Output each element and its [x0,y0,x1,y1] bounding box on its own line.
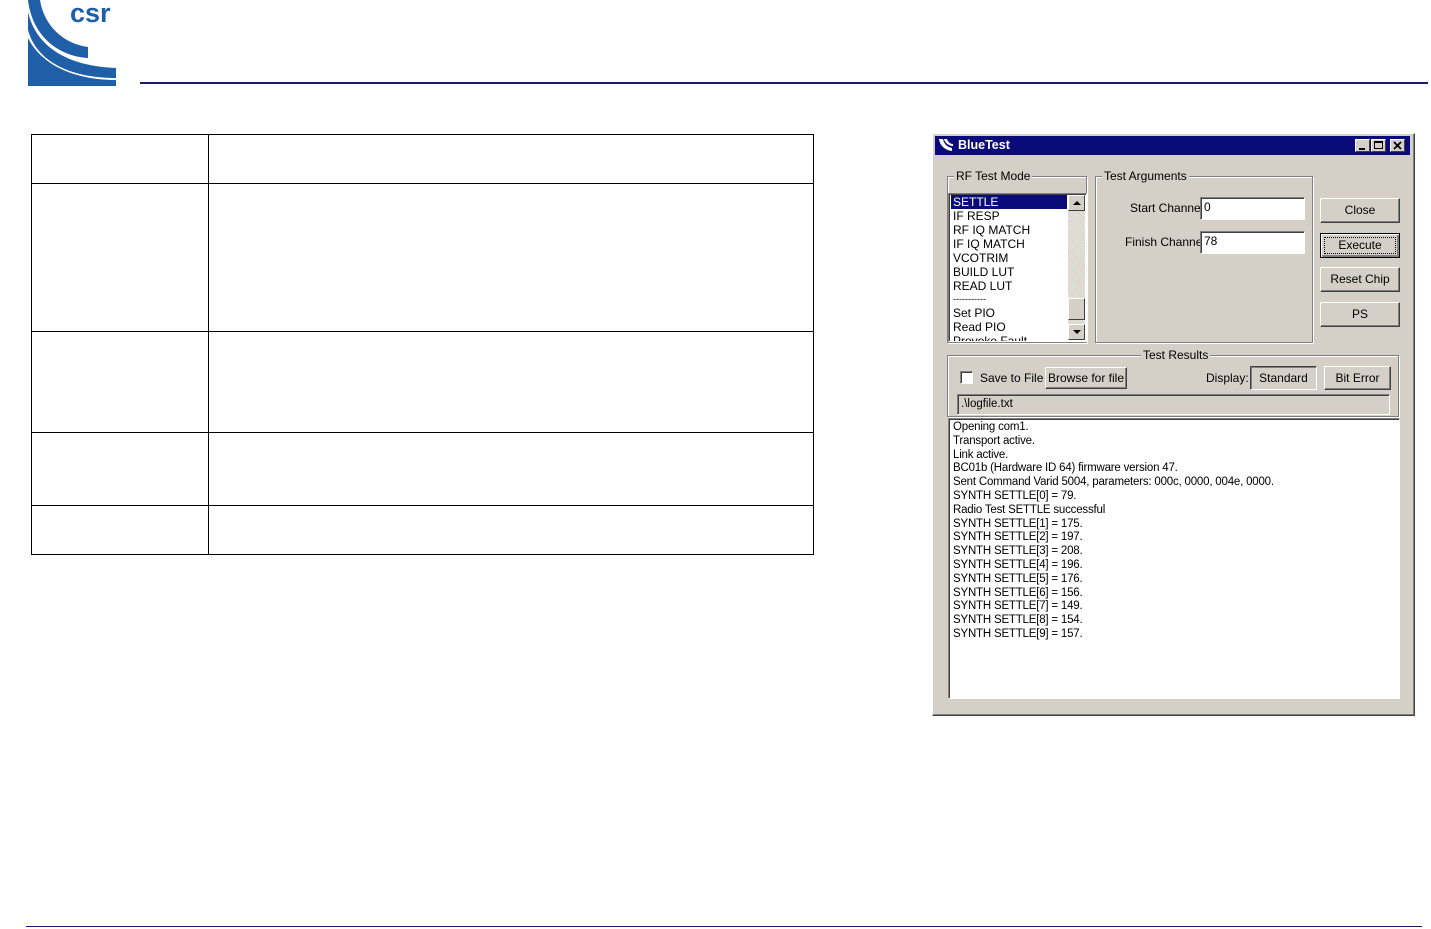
test-results-label: Test Results [1141,348,1211,362]
start-channel-label: Start Channel [1130,201,1204,215]
list-item-settle[interactable]: SETTLE [951,195,1067,209]
finish-channel-label: Finish Channel [1125,235,1206,249]
log-line: SYNTH SETTLE[6] = 156. [953,587,1083,599]
table-column-divider [208,135,209,554]
arrow-down-icon [1073,330,1081,334]
log-line: SYNTH SETTLE[1] = 175. [953,518,1083,530]
log-line: Sent Command Varid 5004, parameters: 000… [953,476,1274,488]
log-line: SYNTH SETTLE[4] = 196. [953,559,1083,571]
list-item-rf-iq-match[interactable]: RF IQ MATCH [951,223,1030,237]
results-log[interactable]: Opening com1. Transport active. Link act… [948,418,1400,699]
minimize-button[interactable] [1355,139,1370,152]
browse-for-file-button[interactable]: Browse for file [1045,367,1127,389]
browse-button-label: Browse for file [1047,371,1125,385]
start-channel-input[interactable]: 0 [1200,197,1305,220]
scroll-thumb[interactable] [1068,298,1085,320]
list-item-provoke-fault[interactable]: Provoke Fault [951,334,1027,341]
close-button[interactable]: Close [1320,198,1400,223]
log-line: Link active. [953,449,1009,461]
log-line: BC01b (Hardware ID 64) firmware version … [953,462,1178,474]
finish-channel-input[interactable]: 78 [1200,231,1305,254]
list-item-build-lut[interactable]: BUILD LUT [951,265,1014,279]
arrow-up-icon [1073,201,1081,205]
close-button-label: Close [1344,203,1376,217]
log-line: Transport active. [953,435,1035,447]
log-line: SYNTH SETTLE[7] = 149. [953,600,1083,612]
execute-button[interactable]: Execute [1320,233,1400,258]
log-line: SYNTH SETTLE[9] = 157. [953,628,1083,640]
log-line: SYNTH SETTLE[5] = 176. [953,573,1083,585]
footer-rule [26,926,1422,927]
title-bar[interactable]: BlueTest [935,136,1410,155]
ps-button[interactable]: PS [1320,302,1400,327]
list-item-separator[interactable]: ----------- [951,292,986,306]
display-label: Display: [1206,371,1249,385]
scroll-down-button[interactable] [1068,324,1085,340]
save-to-file-checkbox[interactable] [960,371,973,384]
table-row-divider [32,331,813,332]
display-bit-error-button[interactable]: Bit Error [1324,366,1391,390]
document-table [31,134,814,555]
execute-button-label: Execute [1338,238,1382,252]
table-row-divider [32,432,813,433]
app-icon [939,139,953,151]
log-line: Opening com1. [953,421,1029,433]
close-icon [1393,141,1402,150]
reset-chip-button-label: Reset Chip [1330,272,1390,286]
rf-test-mode-label: RF Test Mode [954,169,1033,183]
log-line: Radio Test SETTLE successful [953,504,1106,516]
list-item-read-pio[interactable]: Read PIO [951,320,1006,334]
log-file-path-field[interactable]: .\logfile.txt [957,394,1390,415]
list-scrollbar[interactable] [1068,195,1085,340]
header-rule [140,82,1428,84]
save-to-file-label: Save to File [980,371,1044,385]
table-row-divider [32,505,813,506]
list-item-vcotrim[interactable]: VCOTRIM [951,251,1008,265]
close-window-button[interactable] [1390,139,1405,152]
maximize-icon [1374,141,1383,149]
display-standard-button[interactable]: Standard [1250,366,1317,390]
list-item-set-pio[interactable]: Set PIO [951,306,995,320]
bit-error-button-label: Bit Error [1335,371,1380,385]
window-title: BlueTest [958,138,1010,152]
logo-wordmark: csr [70,0,111,28]
test-arguments-label: Test Arguments [1102,169,1189,183]
list-item-read-lut[interactable]: READ LUT [951,279,1012,293]
log-line: SYNTH SETTLE[0] = 79. [953,490,1077,502]
standard-button-label: Standard [1259,371,1308,385]
list-item-if-resp[interactable]: IF RESP [951,209,1000,223]
table-row-divider [32,183,813,184]
list-item-if-iq-match[interactable]: IF IQ MATCH [951,237,1025,251]
rf-test-mode-list[interactable]: SETTLE IF RESP RF IQ MATCH IF IQ MATCH V… [948,193,1087,342]
minimize-icon [1359,148,1365,150]
ps-button-label: PS [1351,307,1368,321]
reset-chip-button[interactable]: Reset Chip [1320,267,1400,292]
log-line: SYNTH SETTLE[3] = 208. [953,545,1083,557]
scroll-up-button[interactable] [1068,195,1085,211]
log-line: SYNTH SETTLE[8] = 154. [953,614,1083,626]
maximize-button[interactable] [1371,139,1386,152]
log-line: SYNTH SETTLE[2] = 197. [953,531,1083,543]
